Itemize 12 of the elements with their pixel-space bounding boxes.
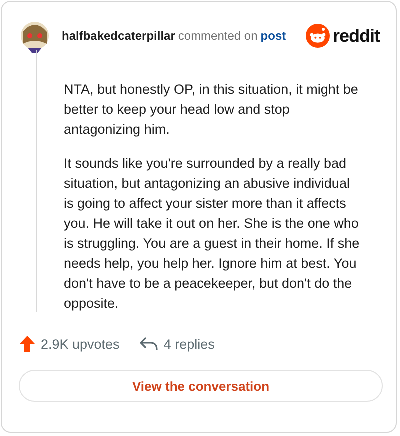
action-text: commented on xyxy=(178,29,258,43)
upvote-arrow-icon[interactable] xyxy=(20,336,35,352)
upvote-count: 2.9K upvotes xyxy=(41,336,120,352)
post-link[interactable]: post xyxy=(260,29,286,43)
reply-count: 4 replies xyxy=(164,336,215,352)
reply-arrow-icon[interactable] xyxy=(140,337,158,351)
comment-paragraph: NTA, but honestly OP, in this situation, it might be better to keep your head low and stop antagonizing him. xyxy=(64,81,360,139)
alien-logo-icon xyxy=(306,24,330,48)
comment-paragraph: It sounds like you're surrounded by a really bad situation, but antagonizing an abusive individual is going to affect your sister more than it affects you. He will take it out on her. She is the one who is struggling. You are a guest in their home. If she needs help, you help her. Ignore him at best. You don't have to be a peacekeeper, but don't do the opposite. xyxy=(64,155,361,313)
username[interactable]: halfbakedcaterpillar xyxy=(62,29,176,43)
brand-wordmark: reddit xyxy=(332,26,380,46)
view-conversation-button[interactable]: View the conversation xyxy=(19,370,383,402)
